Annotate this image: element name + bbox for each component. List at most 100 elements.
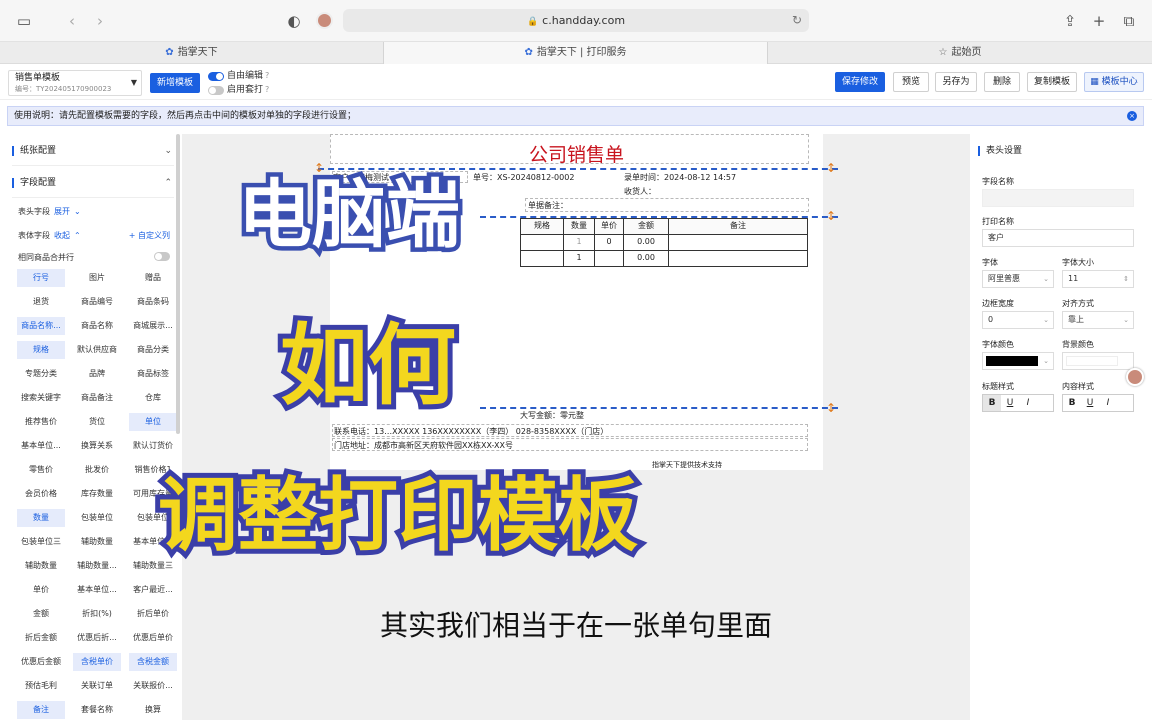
underline-button[interactable]: U bbox=[1081, 395, 1099, 411]
set-print-toggle[interactable] bbox=[208, 86, 224, 95]
field-chip[interactable]: 关联订单 bbox=[73, 677, 121, 695]
field-chip[interactable]: 辅助数量 bbox=[73, 533, 121, 551]
add-custom-column-link[interactable]: + 自定义列 bbox=[129, 230, 170, 241]
field-chip[interactable]: 单位 bbox=[129, 413, 177, 431]
field-chip[interactable]: 辅助数量... bbox=[73, 557, 121, 575]
remark-field[interactable]: 单据备注： bbox=[528, 200, 568, 211]
preview-button[interactable]: 预览 bbox=[893, 72, 929, 92]
underline-button[interactable]: U bbox=[1001, 395, 1019, 411]
order-time-field[interactable]: 录单时间：2024-08-12 14:57 bbox=[624, 172, 736, 183]
tab-start-page[interactable]: ☆ 起始页 bbox=[768, 42, 1152, 64]
field-chip[interactable]: 含税单价 bbox=[73, 653, 121, 671]
field-chip[interactable]: 商品标签 bbox=[129, 365, 177, 383]
table-header-cell[interactable]: 数量 bbox=[563, 218, 595, 235]
field-chip[interactable]: 基本单位... bbox=[73, 581, 121, 599]
field-chip[interactable]: 批发价 bbox=[73, 461, 121, 479]
privacy-shield-icon[interactable]: ◐ bbox=[284, 11, 304, 31]
sidebar-toggle-icon[interactable]: ▭ bbox=[14, 11, 34, 31]
field-chip[interactable]: 行号 bbox=[17, 269, 65, 287]
field-chip[interactable]: 赠品 bbox=[129, 269, 177, 287]
field-chip[interactable]: 默认供应商 bbox=[73, 341, 121, 359]
field-chip[interactable]: 换算 bbox=[129, 701, 177, 719]
forward-icon[interactable]: › bbox=[90, 11, 110, 31]
expand-link[interactable]: 展开 bbox=[54, 207, 70, 216]
paper-title[interactable]: 公司销售单 bbox=[330, 140, 823, 167]
resize-handle-icon[interactable]: ↕ bbox=[826, 210, 836, 222]
field-chip[interactable]: 会员价格 bbox=[17, 485, 65, 503]
field-chip[interactable]: 单价 bbox=[17, 581, 65, 599]
bold-button[interactable]: B bbox=[1063, 395, 1081, 411]
field-config-section[interactable]: 字段配置 ⌃ bbox=[12, 168, 174, 198]
close-icon[interactable]: × bbox=[1127, 111, 1137, 121]
tab-print-service[interactable]: ✿ 指掌天下 | 打印服务 bbox=[384, 42, 768, 64]
table-header-cell[interactable]: 备注 bbox=[668, 218, 808, 235]
field-chip[interactable]: 商品条码 bbox=[129, 293, 177, 311]
field-chip[interactable]: 货位 bbox=[73, 413, 121, 431]
field-chip[interactable]: 仓库 bbox=[129, 389, 177, 407]
field-chip[interactable]: 含税金额 bbox=[129, 653, 177, 671]
total-amount-field[interactable]: 大写金额：零元整 bbox=[520, 410, 584, 421]
field-chip[interactable]: 辅助数量 bbox=[17, 557, 65, 575]
table-header-cell[interactable]: 金额 bbox=[623, 218, 669, 235]
template-center-button[interactable]: ▦ 模板中心 bbox=[1084, 72, 1144, 92]
header-guide-line[interactable] bbox=[318, 168, 838, 170]
footer-guide-line[interactable] bbox=[480, 407, 838, 409]
assistant-avatar[interactable] bbox=[1126, 368, 1144, 386]
field-chip[interactable]: 基本单位... bbox=[17, 437, 65, 455]
field-chip[interactable]: 商品分类 bbox=[129, 341, 177, 359]
field-chip[interactable]: 图片 bbox=[73, 269, 121, 287]
field-chip[interactable]: 品牌 bbox=[73, 365, 121, 383]
profile-avatar[interactable] bbox=[316, 12, 333, 29]
print-name-input[interactable]: 客户 bbox=[982, 229, 1134, 247]
field-chip[interactable]: 包装单位三 bbox=[17, 533, 65, 551]
field-chip[interactable]: 默认订货价 bbox=[129, 437, 177, 455]
delete-button[interactable]: 删除 bbox=[984, 72, 1020, 92]
template-select[interactable]: 销售单模板 编号：TY202405170900023 ▼ bbox=[8, 70, 142, 96]
reload-icon[interactable]: ↻ bbox=[792, 9, 802, 32]
resize-handle-icon[interactable]: ↕ bbox=[826, 162, 836, 174]
field-chip[interactable]: 关联报价... bbox=[129, 677, 177, 695]
italic-button[interactable]: I bbox=[1019, 395, 1037, 411]
paper-config-section[interactable]: 纸张配置 ⌄ bbox=[12, 136, 174, 166]
contact-field[interactable]: 联系电话：13…XXXXX 136XXXXXXXX（李四） 028-8358XX… bbox=[334, 426, 608, 437]
collapse-link[interactable]: 收起 bbox=[54, 231, 70, 240]
table-header-cell[interactable]: 单价 bbox=[594, 218, 624, 235]
border-width-select[interactable]: 0 ⌄ bbox=[982, 311, 1054, 329]
address-bar[interactable]: 🔒 c.handday.com ↻ bbox=[343, 9, 809, 32]
field-chip[interactable]: 换算关系 bbox=[73, 437, 121, 455]
field-chip[interactable]: 商品备注 bbox=[73, 389, 121, 407]
tab-zhizhang[interactable]: ✿ 指掌天下 bbox=[0, 42, 384, 64]
field-chip[interactable]: 商品编号 bbox=[73, 293, 121, 311]
new-template-button[interactable]: 新增模板 bbox=[150, 73, 200, 93]
field-chip[interactable]: 搜索关键字 bbox=[17, 389, 65, 407]
font-color-picker[interactable]: ⌄ bbox=[982, 352, 1054, 370]
table-header-cell[interactable]: 规格 bbox=[520, 218, 564, 235]
field-chip[interactable]: 备注 bbox=[17, 701, 65, 719]
tab-overview-icon[interactable]: ⧉ bbox=[1119, 11, 1139, 31]
save-as-button[interactable]: 另存为 bbox=[935, 72, 977, 92]
field-chip[interactable]: 优惠后金额 bbox=[17, 653, 65, 671]
bold-button[interactable]: B bbox=[983, 395, 1001, 411]
left-scrollbar[interactable] bbox=[176, 134, 180, 434]
resize-handle-icon[interactable]: ↕ bbox=[826, 402, 836, 414]
new-tab-icon[interactable]: + bbox=[1089, 11, 1109, 31]
field-chip[interactable]: 库存数量 bbox=[73, 485, 121, 503]
save-button[interactable]: 保存修改 bbox=[835, 72, 885, 92]
field-chip[interactable]: 包装单位 bbox=[73, 509, 121, 527]
field-chip[interactable]: 零售价 bbox=[17, 461, 65, 479]
field-chip[interactable]: 规格 bbox=[17, 341, 65, 359]
field-chip[interactable]: 套餐名称 bbox=[73, 701, 121, 719]
bg-color-picker[interactable] bbox=[1062, 352, 1134, 370]
align-select[interactable]: 靠上 ⌄ bbox=[1062, 311, 1134, 329]
free-edit-toggle[interactable] bbox=[208, 72, 224, 81]
field-chip[interactable]: 专题分类 bbox=[17, 365, 65, 383]
field-chip[interactable]: 数量 bbox=[17, 509, 65, 527]
back-icon[interactable]: ‹ bbox=[62, 11, 82, 31]
field-chip[interactable]: 客户最近... bbox=[129, 581, 177, 599]
font-select[interactable]: 阿里普惠 ⌄ bbox=[982, 270, 1054, 288]
order-no-field[interactable]: 单号：XS-20240812-0002 bbox=[473, 172, 574, 183]
field-chip[interactable]: 退货 bbox=[17, 293, 65, 311]
field-chip[interactable]: 商城展示... bbox=[129, 317, 177, 335]
field-chip[interactable]: 预估毛利 bbox=[17, 677, 65, 695]
font-size-stepper[interactable]: 11 ⇕ bbox=[1062, 270, 1134, 288]
